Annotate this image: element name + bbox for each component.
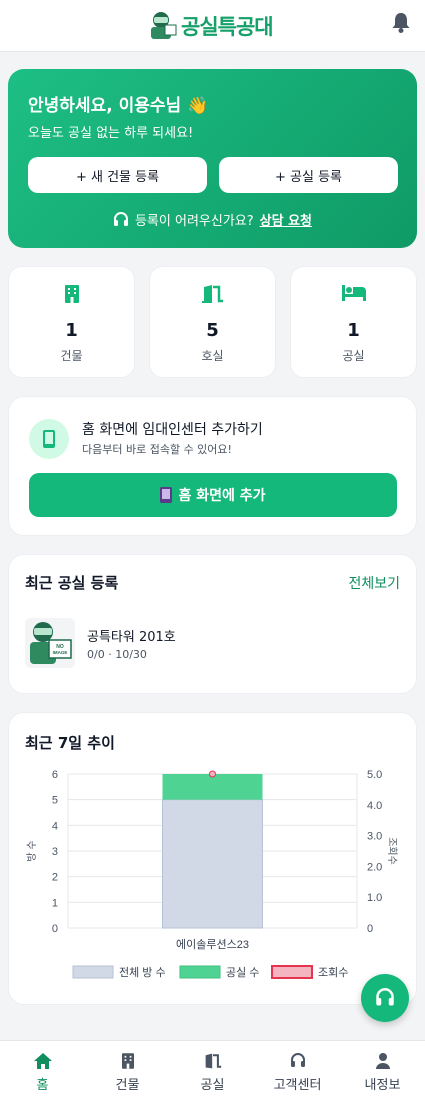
- stat-label: 공실: [342, 349, 365, 363]
- stat-card-vacancies[interactable]: 1 공실: [290, 266, 417, 378]
- bar-total-rooms: [162, 799, 263, 929]
- stat-label: 호실: [201, 349, 224, 363]
- recent-vacancies-title: 최근 공실 등록: [25, 574, 119, 592]
- stat-card-rooms[interactable]: 5 호실: [149, 266, 276, 378]
- stat-value: 1: [347, 320, 360, 341]
- y2-tick-label: 0: [367, 923, 373, 935]
- pwa-subtitle: 다음부터 바로 접속할 수 있어요!: [82, 443, 232, 456]
- greeting-title: 안녕하세요, 이용수님 👋: [28, 96, 209, 116]
- bed-icon: [341, 285, 366, 301]
- y-tick-label: 5: [52, 795, 58, 807]
- pwa-title: 홈 화면에 임대인센터 추가하기: [82, 422, 263, 438]
- recent-vacancies-card: 최근 공실 등록 전체보기 NO IMAGE 공특타워 201호 0/0 · 1…: [8, 554, 417, 694]
- user-icon: [375, 1053, 390, 1069]
- phone-icon: [29, 419, 69, 459]
- legend-swatch: [179, 965, 221, 979]
- add-to-home-button[interactable]: 홈 화면에 추가: [29, 473, 397, 517]
- legend-label: 전체 방 수: [119, 966, 166, 979]
- stat-card-buildings[interactable]: 1 건물: [8, 266, 135, 378]
- help-row: 등록이 어려우신가요? 상담 요청: [8, 210, 417, 229]
- wave-emoji: 👋: [187, 96, 209, 116]
- door-icon: [205, 1053, 221, 1069]
- y2-tick-label: 4.0: [367, 800, 382, 812]
- point-views: [209, 770, 216, 778]
- nav-home[interactable]: 홈: [0, 1041, 85, 1102]
- stat-value: 1: [65, 320, 78, 341]
- bell-icon[interactable]: [391, 12, 411, 34]
- svg-text:IMAGE: IMAGE: [53, 650, 68, 655]
- y-tick-label: 1: [52, 897, 58, 909]
- home-icon: [33, 1053, 52, 1069]
- bar-vacancies: [162, 774, 263, 800]
- no-image-thumbnail: NO IMAGE: [25, 618, 75, 668]
- nav-support[interactable]: 고객센터: [255, 1041, 340, 1102]
- nav-profile[interactable]: 내정보: [340, 1041, 425, 1102]
- mascot-icon: [151, 12, 177, 39]
- headset-icon: [376, 988, 394, 1006]
- y2-tick-label: 2.0: [367, 861, 382, 873]
- mobile-icon: [160, 487, 173, 503]
- trend-chart-card: 최근 7일 추이 0 1 2 3 4 5 6 0 1.0 2.0 3.0 4.0 5.0 방 수 조회수 에이…: [8, 712, 417, 1005]
- greeting-subtitle: 오늘도 공실 없는 하루 되세요!: [28, 126, 194, 141]
- add-building-button[interactable]: + 새 건물 등록: [28, 157, 207, 193]
- y2-tick-label: 3.0: [367, 831, 382, 843]
- see-all-link[interactable]: 전체보기: [348, 573, 400, 593]
- y2-axis-label: 조회수: [386, 837, 398, 865]
- y-tick-label: 2: [52, 872, 58, 884]
- x-tick-label: 에이솔루션스23: [176, 938, 249, 951]
- vacancy-meta: 0/0 · 10/30: [87, 648, 147, 661]
- building-icon: [64, 285, 79, 303]
- y2-tick-label: 1.0: [367, 892, 382, 904]
- support-fab[interactable]: [361, 974, 409, 1022]
- add-vacancy-button[interactable]: + 공실 등록: [219, 157, 398, 193]
- y-tick-label: 0: [52, 923, 58, 935]
- headset-icon: [113, 211, 128, 226]
- nav-vacancy[interactable]: 공실: [170, 1041, 255, 1102]
- add-to-home-card: 홈 화면에 임대인센터 추가하기 다음부터 바로 접속할 수 있어요! 홈 화면…: [8, 396, 417, 536]
- legend-label: 공실 수: [226, 966, 259, 979]
- bottom-nav: 홈 건물 공실 고객센터 내정보: [0, 1040, 425, 1102]
- y2-tick-label: 5.0: [367, 769, 382, 781]
- y-axis-label: 방 수: [26, 840, 38, 861]
- y-tick-label: 4: [52, 820, 58, 832]
- list-item[interactable]: NO IMAGE 공특타워 201호 0/0 · 10/30: [25, 618, 395, 668]
- legend-swatch: [72, 965, 114, 979]
- legend-label: 조회수: [318, 966, 348, 979]
- legend-swatch-views: [271, 965, 313, 979]
- help-text: 등록이 어려우신가요?: [134, 214, 254, 229]
- vacancy-name: 공특타워 201호: [87, 630, 176, 645]
- stat-label: 건물: [60, 349, 83, 363]
- logo-text: 공실특공대: [181, 15, 274, 39]
- welcome-banner: 안녕하세요, 이용수님 👋 오늘도 공실 없는 하루 되세요! + 새 건물 등…: [8, 69, 417, 248]
- y-tick-label: 3: [52, 846, 58, 858]
- stat-value: 5: [206, 320, 219, 341]
- app-logo[interactable]: 공실특공대: [149, 10, 274, 42]
- trend-chart: 012345601.02.03.04.05.0방 수 조회수에이솔루션스23전체 …: [26, 769, 398, 979]
- building-icon: [121, 1053, 134, 1069]
- consult-request-link[interactable]: 상담 요청: [260, 210, 312, 229]
- app-header: 공실특공대: [0, 0, 425, 52]
- nav-building[interactable]: 건물: [85, 1041, 170, 1102]
- y-tick-label: 6: [52, 769, 58, 781]
- headset-icon: [290, 1053, 305, 1067]
- door-icon: [201, 285, 223, 303]
